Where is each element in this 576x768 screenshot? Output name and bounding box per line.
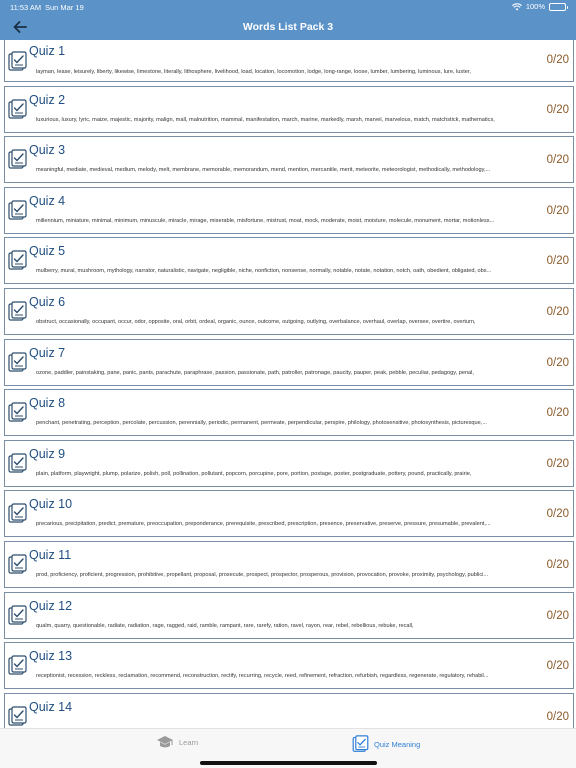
quiz-title: Quiz 9 [29, 446, 66, 461]
quiz-words: mulberry, mural, mushroom, mythology, na… [36, 268, 492, 275]
tab-quiz-meaning[interactable]: Quiz Meaning [352, 735, 420, 753]
quiz-document-icon [8, 453, 27, 473]
quiz-list[interactable]: Quiz 1 layman, lease, leisurely, liberty… [0, 40, 576, 728]
quiz-words: qualm, quarry, questionable, radiate, ra… [36, 622, 414, 629]
quiz-document-icon [8, 149, 27, 169]
quiz-title: Quiz 6 [29, 294, 66, 309]
status-date: Sun Mar 19 [45, 3, 84, 12]
quiz-title: Quiz 5 [29, 244, 66, 259]
tab-learn[interactable]: Learn [156, 735, 198, 749]
wifi-icon [511, 2, 522, 10]
quiz-row[interactable]: Quiz 6 obstruct, occasionally, occupant,… [4, 287, 574, 335]
quiz-score: 0/20 [546, 255, 569, 268]
quiz-row[interactable]: Quiz 14 0/20 [4, 692, 574, 728]
page-title: Words List Pack 3 [242, 21, 334, 33]
quiz-score: 0/20 [546, 407, 569, 420]
quiz-score: 0/20 [546, 154, 569, 167]
quiz-title: Quiz 1 [29, 44, 66, 58]
quiz-document-icon [8, 301, 27, 321]
quiz-row[interactable]: Quiz 13 receptionist, recession, reckles… [4, 642, 574, 690]
nav-bar: Words List Pack 3 [0, 14, 576, 40]
quiz-words: layman, lease, leisurely, liberty, likew… [36, 69, 471, 75]
status-bar: 11:53 AM Sun Mar 19 100% [0, 0, 576, 14]
quiz-document-icon [8, 351, 27, 372]
quiz-row[interactable]: Quiz 5 mulberry, mural, mushroom, mythol… [4, 237, 574, 285]
quiz-words: penchant, penetrating, perception, perco… [36, 420, 487, 427]
quiz-row[interactable]: Quiz 12 qualm, quarry, questionable, rad… [4, 591, 574, 639]
quiz-title: Quiz 12 [29, 598, 73, 613]
quiz-document-icon [8, 98, 27, 119]
quiz-score: 0/20 [546, 356, 569, 369]
quiz-document-icon [8, 250, 27, 270]
quiz-document-icon [8, 655, 27, 675]
quiz-words: prod, proficiency, proficient, progressi… [36, 571, 489, 578]
quiz-words: meaningful, mediate, medieval, medium, m… [36, 167, 491, 174]
quiz-score: 0/20 [546, 103, 569, 116]
quiz-document-icon [8, 706, 27, 726]
quiz-document-icon [8, 51, 27, 71]
quiz-words: luxurious, luxury, lyric, maize, majesti… [36, 116, 495, 123]
quiz-score: 0/20 [546, 609, 569, 622]
quiz-document-icon [352, 735, 369, 752]
status-time: 11:53 AM [10, 3, 42, 12]
quiz-document-icon [8, 503, 27, 523]
quiz-document-icon [8, 554, 27, 574]
quiz-document-icon [8, 604, 27, 625]
quiz-words: plain, platform, playwright, plump, pola… [36, 470, 472, 477]
graduation-cap-icon [157, 736, 173, 748]
quiz-words: precarious, precipitation, predict, prem… [36, 521, 491, 528]
quiz-title: Quiz 8 [29, 396, 66, 411]
quiz-title: Quiz 10 [29, 497, 73, 512]
quiz-title: Quiz 3 [29, 143, 66, 158]
quiz-score: 0/20 [546, 710, 569, 723]
quiz-row[interactable]: Quiz 7 ozone, paddler, painstaking, pane… [4, 338, 574, 386]
home-indicator [200, 761, 377, 765]
quiz-document-icon [8, 402, 27, 422]
battery-percent: 100% [525, 2, 545, 11]
quiz-row[interactable]: Quiz 3 meaningful, mediate, medieval, me… [4, 136, 574, 184]
quiz-title: Quiz 7 [29, 345, 66, 360]
tab-learn-label: Learn [179, 737, 199, 747]
quiz-score: 0/20 [546, 457, 569, 470]
quiz-title: Quiz 2 [29, 92, 66, 107]
quiz-title: Quiz 14 [29, 699, 73, 714]
quiz-row[interactable]: Quiz 8 penchant, penetrating, perception… [4, 389, 574, 437]
quiz-row[interactable]: Quiz 2 luxurious, luxury, lyric, maize, … [4, 85, 574, 133]
quiz-score: 0/20 [546, 508, 569, 521]
quiz-score: 0/20 [546, 54, 569, 66]
status-right: 100% [511, 2, 568, 11]
quiz-row[interactable]: Quiz 11 prod, proficiency, proficient, p… [4, 540, 574, 588]
quiz-row[interactable]: Quiz 9 plain, platform, playwright, plum… [4, 439, 574, 487]
quiz-row[interactable]: Quiz 4 millennium, miniature, minimal, m… [4, 186, 574, 234]
quiz-title: Quiz 13 [29, 649, 73, 664]
quiz-words: receptionist, recession, reckless, recla… [36, 673, 489, 680]
quiz-words: millennium, miniature, minimal, minimum,… [36, 217, 495, 224]
quiz-document-icon [8, 200, 27, 220]
quiz-title: Quiz 11 [29, 547, 72, 562]
quiz-words: ozone, paddler, painstaking, pane, panic… [36, 369, 474, 376]
quiz-title: Quiz 4 [29, 193, 66, 208]
quiz-words: obstruct, occasionally, occupant, occur,… [36, 318, 476, 325]
quiz-row[interactable]: Quiz 10 precarious, precipitation, predi… [4, 490, 574, 538]
quiz-score: 0/20 [546, 660, 569, 673]
quiz-score: 0/20 [546, 305, 569, 318]
quiz-score: 0/20 [546, 204, 569, 217]
quiz-row[interactable]: Quiz 1 layman, lease, leisurely, liberty… [4, 40, 574, 82]
quiz-score: 0/20 [546, 558, 569, 571]
battery-icon [549, 2, 568, 11]
tab-quiz-meaning-label: Quiz Meaning [374, 739, 421, 749]
